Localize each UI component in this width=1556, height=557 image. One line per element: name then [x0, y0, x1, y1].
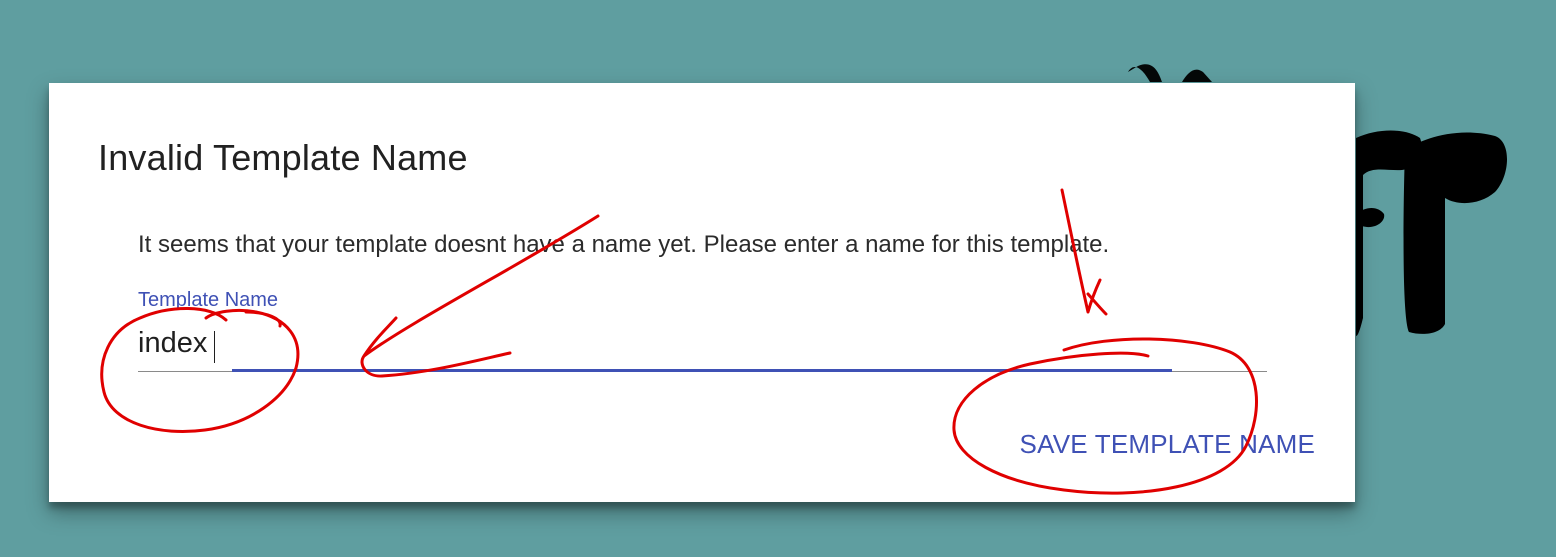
- save-template-name-button[interactable]: SAVE TEMPLATE NAME: [1020, 425, 1315, 464]
- text-caret: [214, 331, 215, 363]
- dialog-message: It seems that your template doesnt have …: [138, 231, 1110, 258]
- invalid-template-name-dialog: Invalid Template Name It seems that your…: [49, 83, 1355, 502]
- template-name-field: Template Name: [138, 289, 1267, 375]
- dialog-title: Invalid Template Name: [98, 137, 468, 178]
- input-focus-underline: [232, 369, 1172, 372]
- template-name-label: Template Name: [138, 289, 279, 311]
- template-name-input[interactable]: [138, 321, 1267, 365]
